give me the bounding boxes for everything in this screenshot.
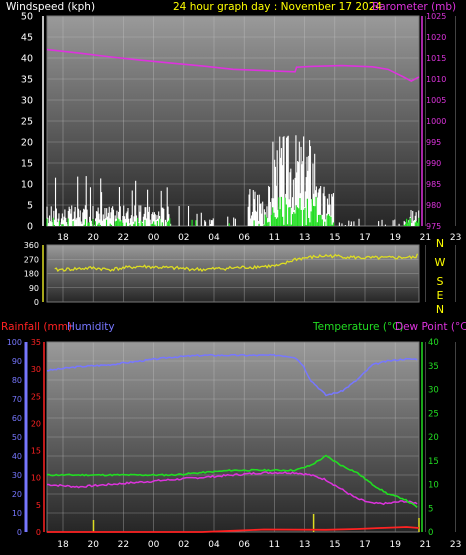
dir-ytick-label: 180 [24,270,39,279]
wind-ytick-label: 30 [21,96,33,107]
wind-xtick-label: 11 [269,233,280,243]
temp-ytick-label: 25 [428,409,439,419]
humidity-ytick-label: 60 [12,414,22,423]
wind-ytick-label: 0 [27,222,33,233]
temp-xtick-label: 11 [269,540,280,550]
wind-xtick-label: 15 [329,233,340,243]
rain-ytick-label: 25 [31,392,41,401]
humidity-ytick-label: 70 [12,395,22,404]
temp-xtick-label: 21 [420,540,431,550]
baro-ytick-label: 1025 [426,12,446,21]
wind-xtick-label: 04 [208,233,220,243]
humidity-ytick-label: 90 [12,357,22,366]
wind-xtick-label: 17 [359,233,370,243]
temp-xtick-label: 06 [238,540,250,550]
dir-ytick-label: 0 [34,298,39,307]
temp-xtick-label: 19 [389,540,401,550]
temp-xtick-label: 18 [57,540,69,550]
rainfall-axis-title: Rainfall (mm) [1,321,72,333]
wind-ytick-label: 45 [21,33,33,44]
temp-ytick-label: 30 [428,386,439,396]
windspeed-axis-title: Windspeed (kph) [6,1,95,13]
wind-xtick-label: 20 [87,233,99,243]
humidity-ytick-label: 30 [12,471,22,480]
wind-xtick-label: 19 [389,233,401,243]
wind-ytick-label: 5 [27,201,33,212]
baro-ytick-label: 1000 [426,117,446,126]
temp-xtick-label: 00 [148,540,160,550]
wind-ytick-label: 40 [21,54,33,65]
wind-ytick-label: 20 [21,138,33,149]
temp-xtick-label: 20 [87,540,99,550]
dewpoint-axis-title: Dew Point (°C) [395,321,466,333]
baro-ytick-label: 995 [426,138,441,147]
humidity-ytick-label: 10 [12,509,22,518]
temp-humidity-rain-panel: 0102030405060708090100051015202530350510… [7,338,462,550]
temp-xtick-label: 04 [208,540,220,550]
rain-ytick-label: 30 [31,365,41,374]
wind-ytick-label: 25 [21,117,33,128]
baro-ytick-label: 990 [426,159,441,168]
wind-xtick-label: 21 [420,233,431,243]
dir-ytick-label: 270 [24,255,39,264]
rain-ytick-label: 5 [36,501,41,510]
baro-ytick-label: 1020 [426,33,446,42]
humidity-ytick-label: 80 [12,376,22,385]
temp-xtick-label: 17 [359,540,370,550]
temp-xtick-label: 23 [450,540,461,550]
wind-ytick-label: 15 [21,159,33,170]
weather-graph: Windspeed (kph) 24 hour graph day : Nove… [1,1,466,550]
chart-date-title: 24 hour graph day : November 17 2024 [173,1,382,13]
baro-ytick-label: 980 [426,201,441,210]
wind-ytick-label: 35 [21,75,33,86]
wind-xtick-label: 06 [238,233,250,243]
baro-ytick-label: 1015 [426,54,446,63]
temp-xtick-label: 02 [178,540,189,550]
rain-ytick-label: 10 [31,474,41,483]
wind-barometer-panel: 0510152025303540455097598098599099510001… [21,12,461,244]
wind-ytick-label: 50 [21,12,33,23]
baro-ytick-label: 985 [426,180,441,189]
temp-xtick-label: 15 [329,540,340,550]
temp-ytick-label: 40 [428,338,439,348]
wind-direction-panel: 090180270360 NWSEN [24,237,456,316]
rain-ytick-label: 0 [36,528,41,537]
rain-ytick-label: 15 [31,447,41,456]
humidity-ytick-label: 50 [12,433,22,442]
baro-ytick-label: 975 [426,222,441,231]
temperature-axis-title: Temperature (°C) [312,321,404,333]
wind-xtick-label: 23 [450,233,461,243]
wind-ytick-label: 10 [21,180,33,191]
temp-ytick-label: 20 [428,433,439,443]
humidity-ytick-label: 0 [17,528,22,537]
wind-xtick-label: 22 [118,233,129,243]
compass-label-3: E [437,289,444,302]
compass-label-1: W [435,256,446,269]
temp-ytick-label: 5 [428,504,433,514]
baro-ytick-label: 1005 [426,96,446,105]
humidity-ytick-label: 20 [12,490,22,499]
temp-ytick-label: 0 [428,528,433,538]
dir-ytick-label: 360 [24,241,39,250]
dir-ytick-label: 90 [29,284,39,293]
wind-xtick-label: 00 [148,233,160,243]
wind-xtick-label: 18 [57,233,69,243]
humidity-ytick-label: 40 [12,452,22,461]
humidity-axis-title: Humidity [67,321,115,333]
humidity-ytick-label: 100 [7,338,22,347]
wind-xtick-label: 02 [178,233,189,243]
temp-ytick-label: 10 [428,481,439,491]
temp-xtick-label: 13 [299,540,310,550]
rain-ytick-label: 20 [31,419,41,428]
compass-label-2: S [437,275,444,288]
compass-label-0: N [436,237,444,250]
wind-xtick-label: 13 [299,233,310,243]
rain-ytick-label: 35 [31,338,41,347]
temp-ytick-label: 15 [428,457,439,467]
baro-ytick-label: 1010 [426,75,446,84]
compass-label-4: N [436,303,444,316]
temp-xtick-label: 22 [118,540,129,550]
temp-ytick-label: 35 [428,362,439,372]
